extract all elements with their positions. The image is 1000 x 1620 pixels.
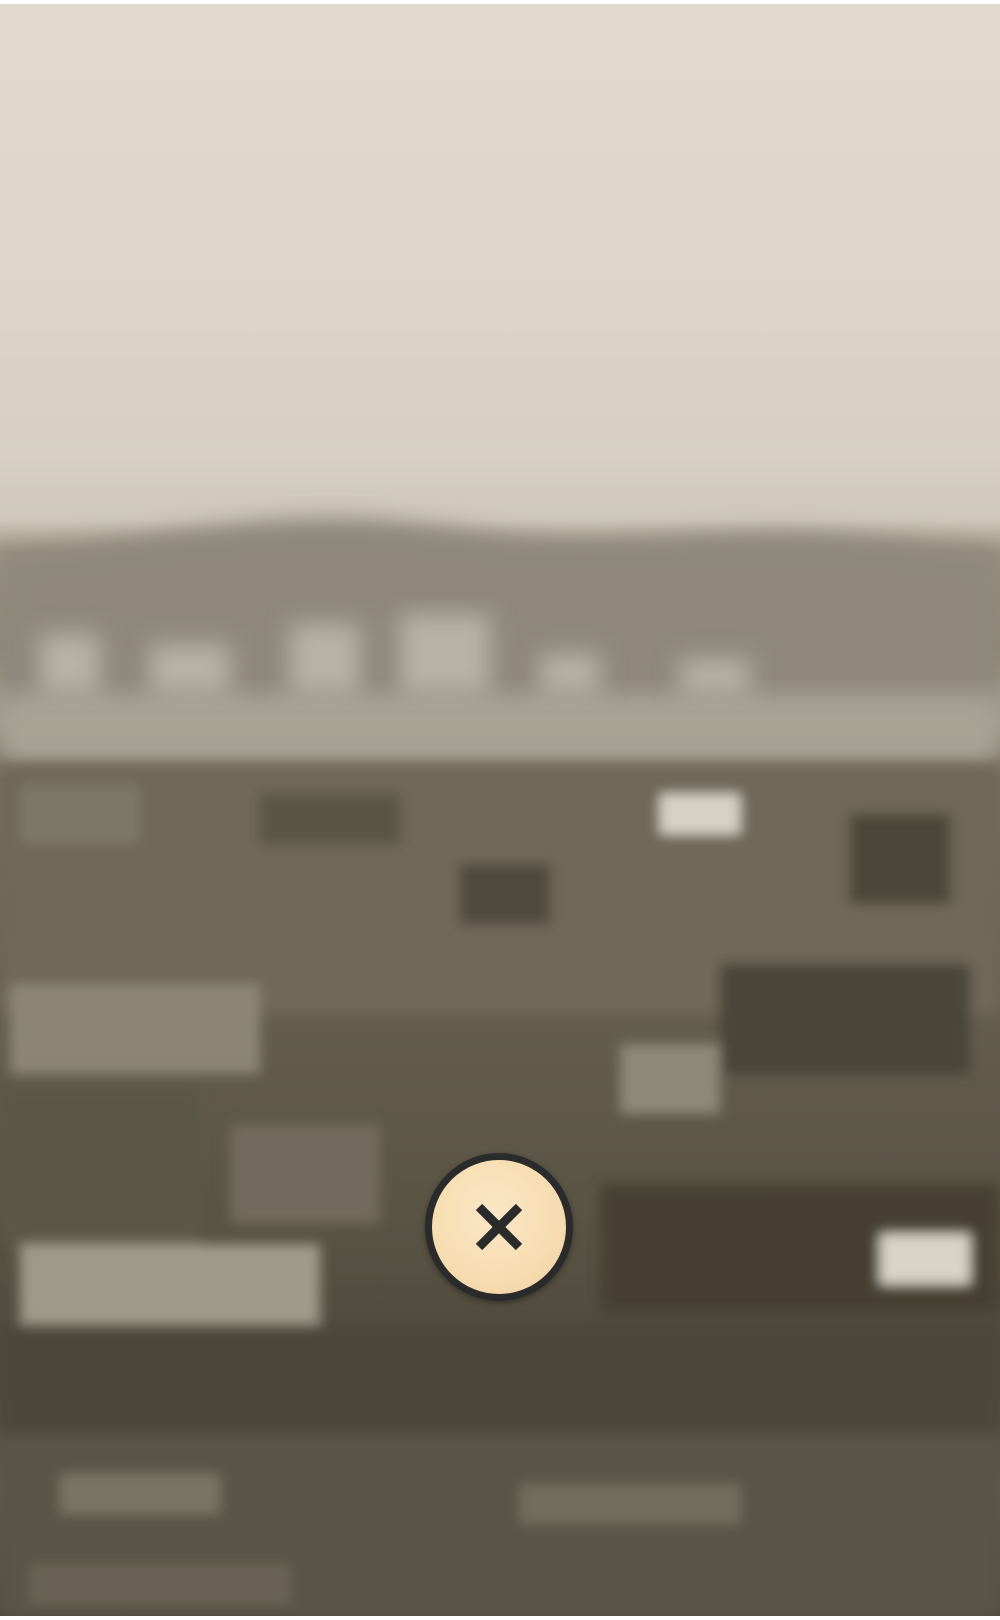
close-icon: [475, 1203, 523, 1251]
image-viewer: [0, 0, 1000, 1620]
city-photo-illustration: [0, 518, 1000, 1616]
blurred-photo-backdrop: [0, 4, 1000, 1616]
close-button[interactable]: [425, 1153, 573, 1301]
